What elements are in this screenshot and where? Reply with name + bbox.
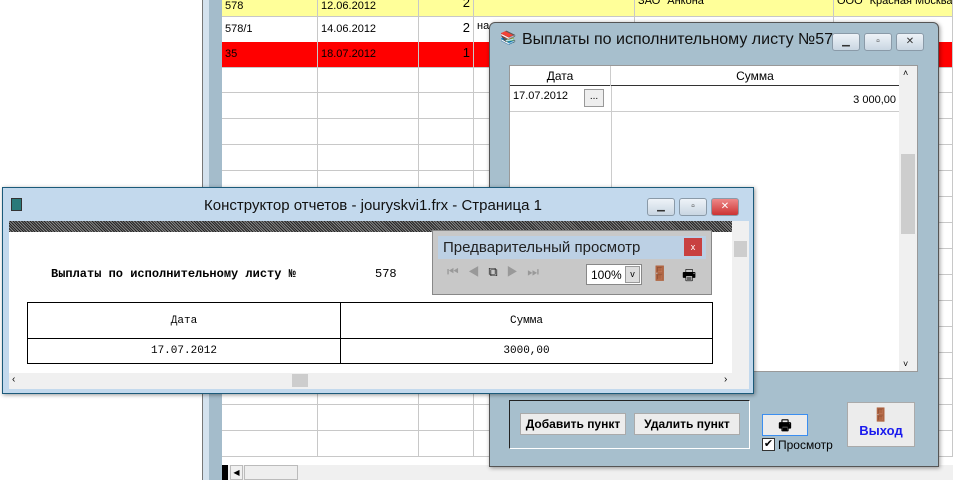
table-cell[interactable] [419,67,474,92]
table-cell[interactable]: 12.06.2012 [318,0,419,16]
scroll-thumb[interactable] [244,465,298,480]
table-cell[interactable] [419,405,474,430]
minimize-button[interactable]: ▁ [647,198,675,216]
pages-icon[interactable]: ⧉ [488,264,506,279]
minimize-button[interactable]: ▁ [832,33,860,51]
table-cell[interactable] [222,405,318,430]
table-cell[interactable] [318,405,419,430]
report-vertical-scrollbar[interactable] [732,221,749,373]
payments-window-title: Выплаты по исполнительному листу №578 [522,31,842,48]
table-cell[interactable] [474,0,635,16]
table-cell[interactable] [318,93,419,118]
printer-icon[interactable]: 🖶 [682,265,696,290]
table-cell[interactable] [222,67,318,92]
date-picker-button[interactable]: ... [584,89,604,107]
table-cell[interactable]: 14.06.2012 [318,17,419,42]
table-row[interactable]: 578 12.06.2012 2 ЗАО "Анкона" ООО "Красная М… [222,0,953,17]
scroll-left-icon[interactable]: ◀ [230,465,243,480]
first-page-icon[interactable]: ⏮ [447,264,468,279]
exit-door-icon: 🚪 [872,407,890,422]
next-page-icon[interactable]: ▶ [507,264,528,279]
preview-toolbar-title: Предварительный просмотр [443,239,641,256]
table-cell[interactable] [222,431,318,456]
exit-label: Выход [859,423,903,438]
table-cell[interactable]: 578 [222,0,318,16]
edit-buttons-group: Добавить пункт Удалить пункт [509,400,750,449]
table-cell[interactable]: 578/1 [222,17,318,42]
exit-door-icon[interactable]: 🚪 [651,265,668,282]
table-cell[interactable] [318,119,419,144]
table-cell[interactable]: ООО "Красная Москва" [834,0,953,16]
printer-icon: 🖶 [778,417,792,433]
preview-toolbar-titlebar: Предварительный просмотр x [438,236,706,259]
maximize-button[interactable]: ▫ [679,198,707,216]
table-cell[interactable] [222,119,318,144]
col-header-date[interactable]: Дата [510,66,611,86]
report-row-date: 17.07.2012 [28,339,341,363]
close-button[interactable]: ✕ [896,33,924,51]
table-cell[interactable]: ЗАО "Анкона" [635,0,834,16]
chevron-down-icon[interactable]: v [625,266,640,283]
report-col-sum: Сумма [341,303,712,339]
scroll-thumb[interactable] [734,241,747,257]
last-page-icon[interactable]: ⏭ [527,264,548,279]
books-icon: 📚 [500,30,517,45]
exit-button[interactable]: 🚪 Выход [847,402,915,447]
report-table: Дата Сумма 17.07.2012 3000,00 [27,302,713,364]
zoom-value: 100% [591,268,622,282]
close-button[interactable]: x [684,238,702,256]
report-col-date: Дата [28,303,341,339]
scroll-thumb[interactable] [292,374,308,387]
close-button[interactable]: ✕ [711,198,739,216]
report-row-sum: 3000,00 [503,345,550,357]
report-window-title: Конструктор отчетов - jouryskvi1.frx - С… [204,197,542,214]
report-heading: Выплаты по исполнительному листу № [51,267,296,281]
table-cell[interactable]: 2 [419,17,474,42]
zoom-select[interactable]: 100% v [586,264,642,285]
prev-page-icon[interactable]: ◀ [468,264,489,279]
table-cell[interactable] [222,145,318,170]
table-cell[interactable] [419,145,474,170]
table-cell[interactable] [222,93,318,118]
table-cell[interactable] [318,145,419,170]
print-button[interactable]: 🖶 [762,414,808,436]
main-horizontal-scrollbar[interactable]: ◀ [222,465,953,480]
payment-sum: 3 000,00 [853,94,896,106]
table-cell[interactable]: 1 [419,42,474,67]
table-cell[interactable] [318,67,419,92]
table-cell[interactable]: 35 [222,42,318,67]
payment-date: 17.07.2012 [513,90,569,102]
table-cell[interactable]: 2 [419,0,474,16]
report-horizontal-scrollbar[interactable]: ‹ › [9,373,749,389]
preview-toolbar: Предварительный просмотр x ⏮◀⧉▶⏭ 100% v … [432,230,712,295]
report-number: 578 [375,267,397,281]
delete-item-button[interactable]: Удалить пункт [634,413,740,435]
preview-label: Просмотр [778,438,833,452]
add-item-button[interactable]: Добавить пункт [520,413,626,435]
payments-vertical-scrollbar[interactable]: ˄ ˅ [899,66,917,371]
maximize-button[interactable]: ▫ [864,33,892,51]
table-cell[interactable] [318,431,419,456]
preview-checkbox[interactable]: ✔ [762,438,775,451]
table-cell[interactable]: 18.07.2012 [318,42,419,67]
table-cell[interactable] [419,119,474,144]
col-header-sum[interactable]: Сумма [611,66,899,86]
payment-row[interactable]: 17.07.2012 ... 3 000,00 [510,86,899,371]
scroll-thumb[interactable] [901,154,915,234]
table-cell[interactable] [419,93,474,118]
table-cell[interactable] [419,431,474,456]
